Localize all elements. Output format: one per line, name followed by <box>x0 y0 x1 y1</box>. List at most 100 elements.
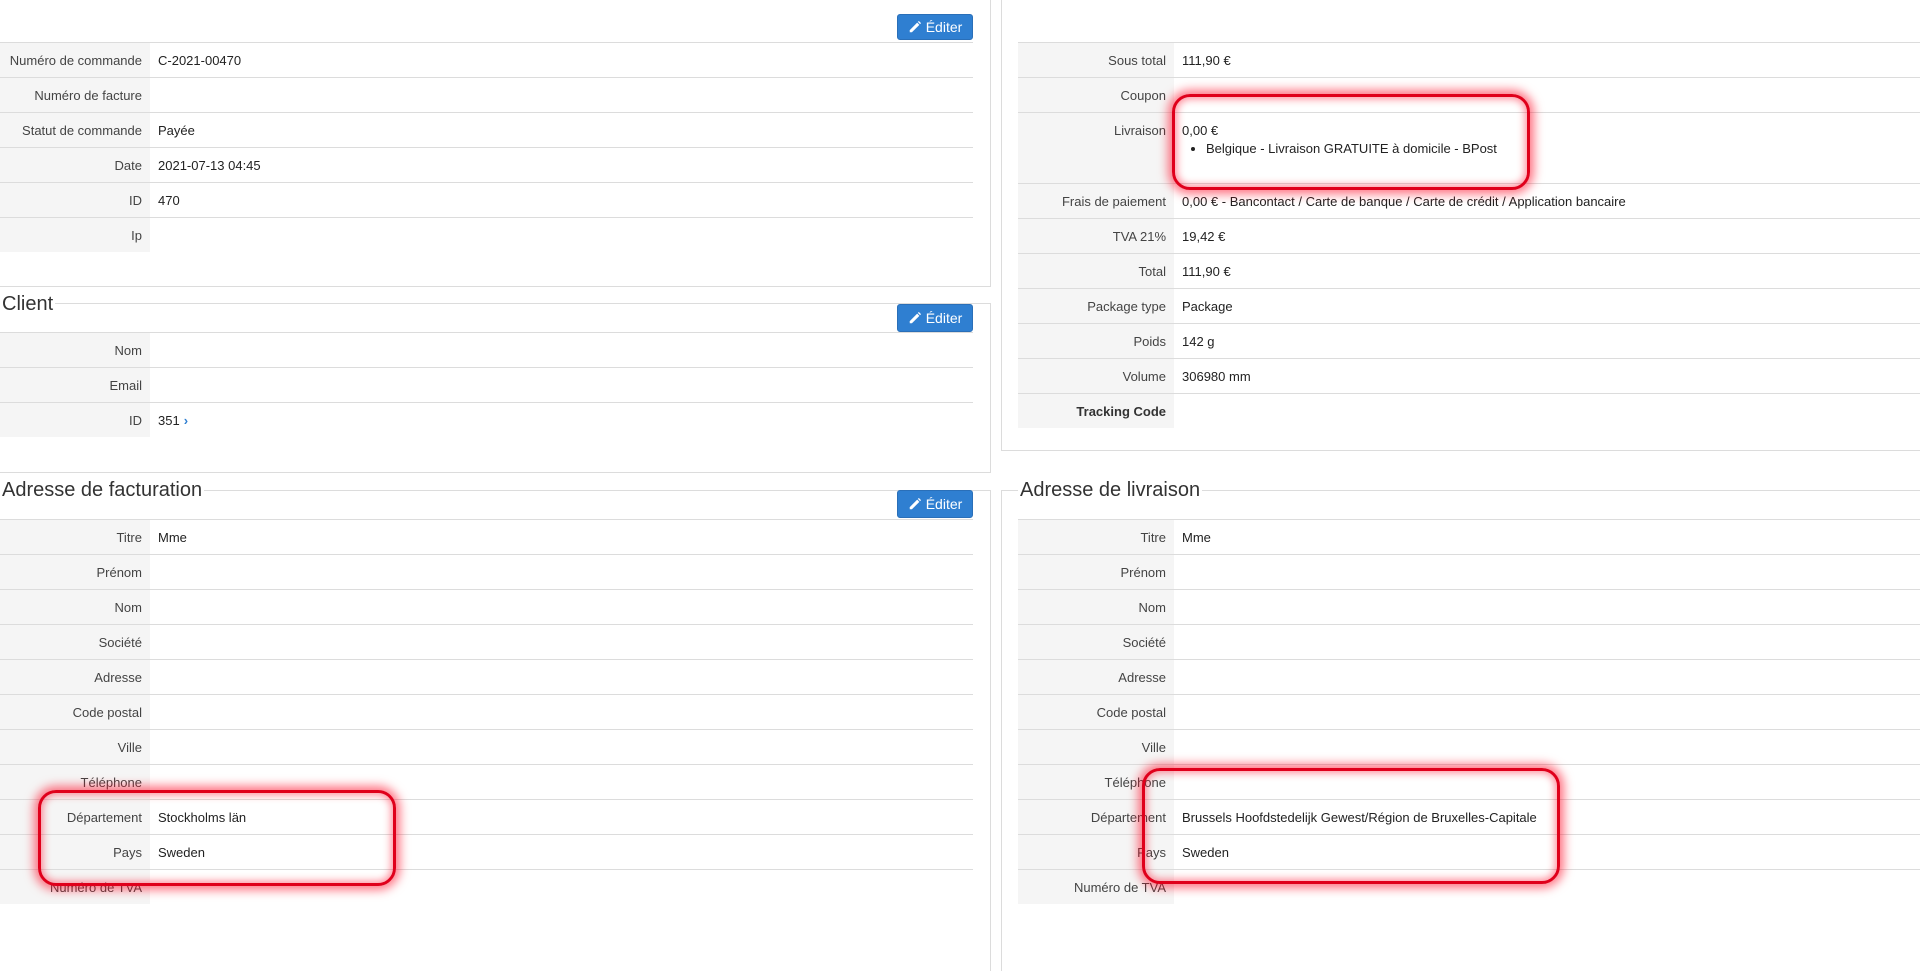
row-label: Titre <box>1018 519 1174 555</box>
order-id: 470 <box>150 182 973 218</box>
edit-label: Éditer <box>925 19 963 35</box>
shipping-title-value: Mme <box>1174 519 1920 555</box>
totals-table: Sous total 111,90 € Coupon Livraison 0,00… <box>1018 42 1920 428</box>
row-label: Poids <box>1018 323 1174 359</box>
row-label: Pays <box>0 834 150 870</box>
row-label: Total <box>1018 253 1174 289</box>
row-label: Nom <box>1018 589 1174 625</box>
row-label: Numéro de facture <box>0 77 150 113</box>
billing-city <box>150 729 973 765</box>
row-label: Statut de commande <box>0 112 150 148</box>
billing-title: Adresse de facturation <box>0 478 205 502</box>
shipping-department: Brussels Hoofdstedelijk Gewest/Région de… <box>1174 799 1920 835</box>
billing-title-value: Mme <box>150 519 973 555</box>
row-label: Département <box>0 799 150 835</box>
order-number: C-2021-00470 <box>150 42 973 78</box>
table-row: Département Brussels Hoofdstedelijk Gewes… <box>1018 799 1920 835</box>
table-row: ID 470 <box>0 182 973 218</box>
shipping-cost-cell: 0,00 € Belgique - Livraison GRATUITE à d… <box>1174 112 1920 184</box>
billing-country: Sweden <box>150 834 973 870</box>
chevron-right-icon[interactable]: › <box>184 413 188 428</box>
table-row: Téléphone <box>1018 764 1920 800</box>
shipping-country: Sweden <box>1174 834 1920 870</box>
weight: 142 g <box>1174 323 1920 359</box>
table-row: Numéro de TVA <box>1018 869 1920 904</box>
table-row: Livraison 0,00 € Belgique - Livraison GR… <box>1018 112 1920 184</box>
table-row: Ville <box>0 729 973 765</box>
shipping-postcode <box>1174 694 1920 730</box>
pencil-icon <box>909 311 921 324</box>
table-row: Frais de paiement 0,00 € - Bancontact / C… <box>1018 183 1920 219</box>
row-label: Tracking Code <box>1018 393 1174 428</box>
edit-label: Éditer <box>925 496 963 512</box>
client-title: Client <box>0 292 56 316</box>
row-label: Ville <box>1018 729 1174 765</box>
table-row: Statut de commande Payée <box>0 112 973 148</box>
table-row: Date 2021-07-13 04:45 <box>0 147 973 183</box>
edit-order-button[interactable]: Éditer <box>897 14 973 40</box>
table-row: Email <box>0 367 973 403</box>
table-row: Code postal <box>1018 694 1920 730</box>
row-label: Société <box>0 624 150 660</box>
table-row: Société <box>1018 624 1920 660</box>
shipping-method-list: Belgique - Livraison GRATUITE à domicile… <box>1182 140 1920 158</box>
table-row: Prénom <box>0 554 973 590</box>
coupon <box>1174 77 1920 113</box>
table-row: Pays Sweden <box>0 834 973 870</box>
invoice-number <box>150 77 973 113</box>
row-label: Téléphone <box>1018 764 1174 800</box>
table-row: Nom <box>1018 589 1920 625</box>
table-row: Volume 306980 mm <box>1018 358 1920 394</box>
table-row: Téléphone <box>0 764 973 800</box>
client-name <box>150 332 973 368</box>
table-row: Société <box>0 624 973 660</box>
volume: 306980 mm <box>1174 358 1920 394</box>
row-label: Code postal <box>1018 694 1174 730</box>
billing-postcode <box>150 694 973 730</box>
vat: 19,42 € <box>1174 218 1920 254</box>
table-row: Adresse <box>1018 659 1920 695</box>
payment-fee: 0,00 € - Bancontact / Carte de banque / … <box>1174 183 1920 219</box>
table-row: Poids 142 g <box>1018 323 1920 359</box>
billing-lastname <box>150 589 973 625</box>
edit-client-button[interactable]: Éditer <box>897 304 973 332</box>
client-email <box>150 367 973 403</box>
table-row: Coupon <box>1018 77 1920 113</box>
table-row: Ville <box>1018 729 1920 765</box>
row-label: Titre <box>0 519 150 555</box>
client-table: Nom Email ID 351 › <box>0 332 973 437</box>
row-label: Téléphone <box>0 764 150 800</box>
row-label: Numéro de commande <box>0 42 150 78</box>
edit-label: Éditer <box>925 310 963 326</box>
table-row: Numéro de facture <box>0 77 973 113</box>
row-label: Package type <box>1018 288 1174 324</box>
shipping-company <box>1174 624 1920 660</box>
row-label: ID <box>0 402 150 437</box>
shipping-vat-number <box>1174 869 1920 904</box>
edit-billing-button[interactable]: Éditer <box>897 490 973 518</box>
row-label: Frais de paiement <box>1018 183 1174 219</box>
row-label: Prénom <box>0 554 150 590</box>
table-row: TVA 21% 19,42 € <box>1018 218 1920 254</box>
row-label: Volume <box>1018 358 1174 394</box>
order-table: Numéro de commande C-2021-00470 Numéro de… <box>0 42 973 252</box>
table-row: Adresse <box>0 659 973 695</box>
total: 111,90 € <box>1174 253 1920 289</box>
row-label: Numéro de TVA <box>0 869 150 904</box>
table-row: Tracking Code <box>1018 393 1920 428</box>
row-label: Pays <box>1018 834 1174 870</box>
table-row: Titre Mme <box>1018 519 1920 555</box>
row-label: Département <box>1018 799 1174 835</box>
order-date: 2021-07-13 04:45 <box>150 147 973 183</box>
shipping-firstname <box>1174 554 1920 590</box>
row-label: Nom <box>0 332 150 368</box>
row-label: Ville <box>0 729 150 765</box>
shipping-title: Adresse de livraison <box>1018 478 1203 502</box>
table-row: Ip <box>0 217 973 252</box>
table-row: Code postal <box>0 694 973 730</box>
row-label: Nom <box>0 589 150 625</box>
subtotal: 111,90 € <box>1174 42 1920 78</box>
table-row: Pays Sweden <box>1018 834 1920 870</box>
row-label: Email <box>0 367 150 403</box>
table-row: Numéro de commande C-2021-00470 <box>0 42 973 78</box>
